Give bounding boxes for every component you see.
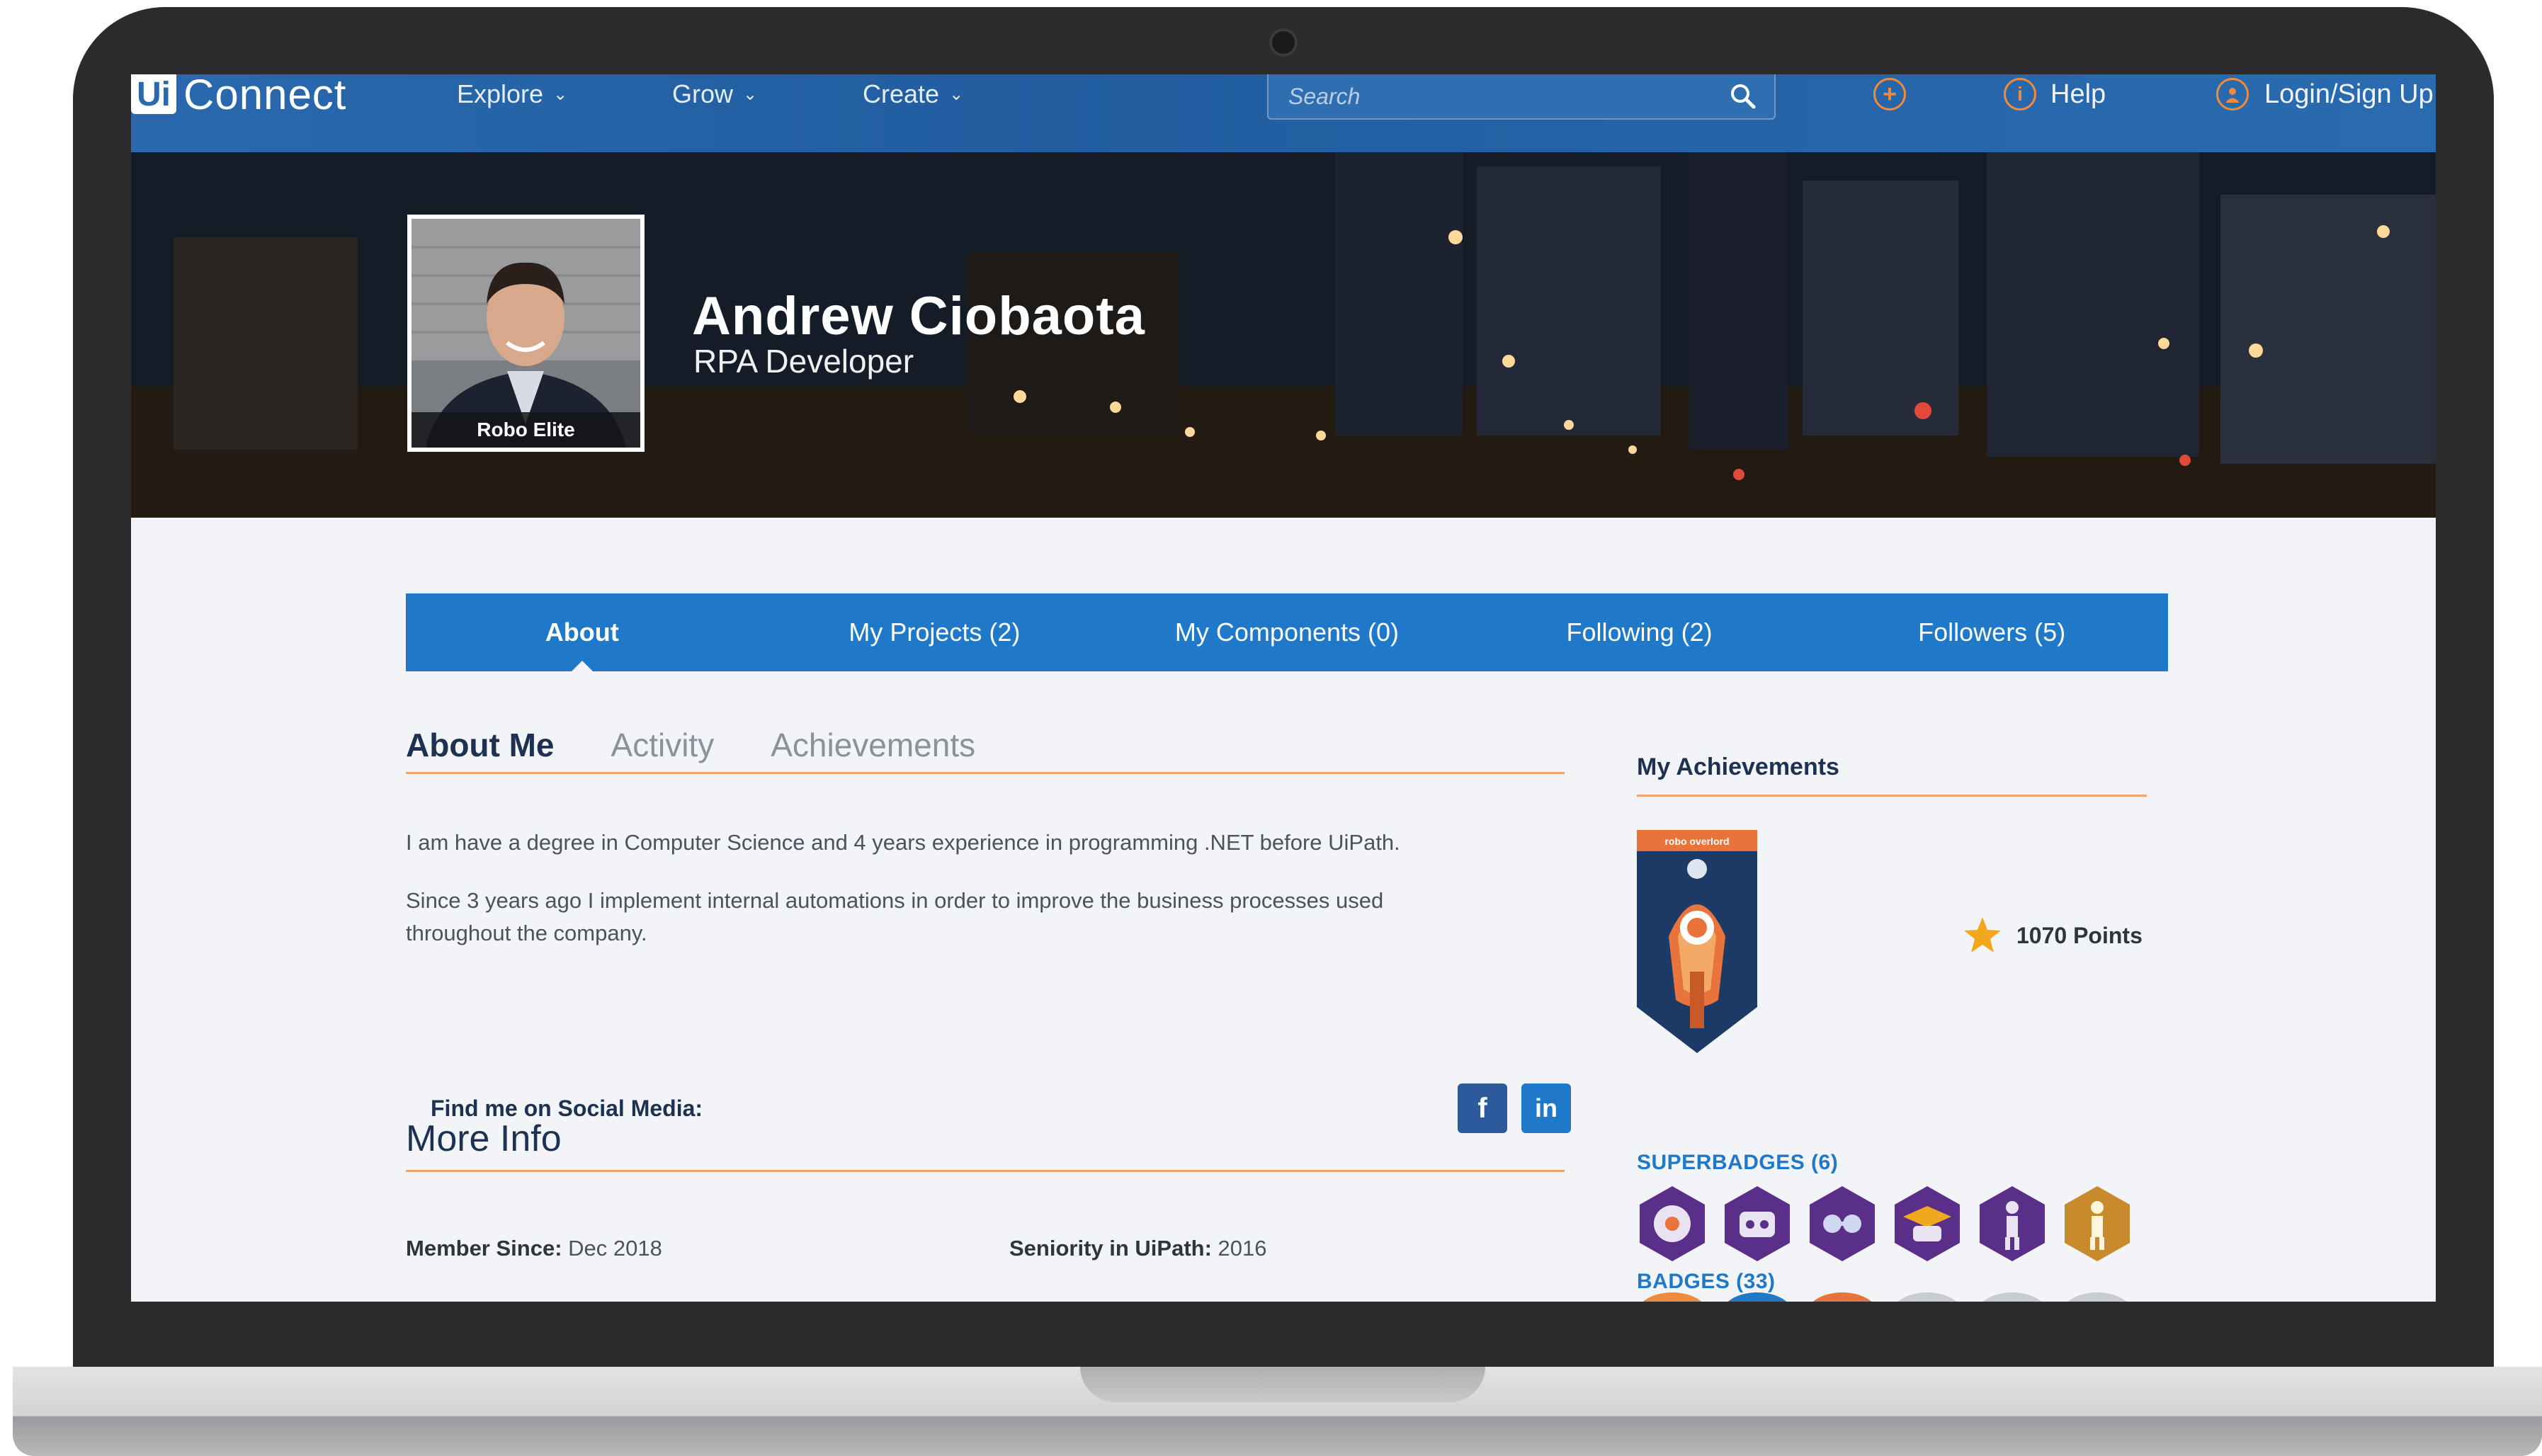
subtab-about-me[interactable]: About Me bbox=[406, 726, 555, 764]
laptop-notch bbox=[1080, 1367, 1485, 1402]
seniority-value: 2016 bbox=[1218, 1236, 1267, 1261]
add-button[interactable]: + bbox=[1873, 74, 1906, 114]
webcam bbox=[1269, 28, 1298, 57]
more-info-title: More Info bbox=[406, 1115, 1565, 1172]
subtab-activity[interactable]: Activity bbox=[611, 726, 715, 764]
badges-list bbox=[1637, 1292, 2147, 1302]
shield-label: robo overlord bbox=[1664, 836, 1729, 847]
tab-my-projects[interactable]: My Projects (2) bbox=[759, 593, 1111, 671]
help-label: Help bbox=[2050, 79, 2106, 109]
nav-menu-label: Create bbox=[863, 79, 940, 108]
plus-icon: + bbox=[1873, 78, 1906, 110]
login-label: Login/Sign Up bbox=[2264, 79, 2434, 109]
member-since: Member Since: Dec 2018 bbox=[406, 1236, 662, 1261]
more-info-heading: More Info bbox=[406, 1118, 562, 1159]
points-value: 1070 Points bbox=[2016, 922, 2143, 948]
search-icon[interactable] bbox=[1722, 82, 1764, 110]
profile-banner: Robo Elite Andrew Ciobaota RPA Developer bbox=[131, 152, 2436, 518]
badge-icon[interactable] bbox=[1722, 1292, 1793, 1302]
tab-following[interactable]: Following (2) bbox=[1463, 593, 1816, 671]
user-icon bbox=[2216, 78, 2249, 110]
badge-icon[interactable] bbox=[1637, 1292, 1708, 1302]
tab-followers[interactable]: Followers (5) bbox=[1815, 593, 2168, 671]
search-box bbox=[1267, 74, 1776, 120]
nav-menu-create[interactable]: Create ⌄ bbox=[863, 74, 963, 114]
tab-about[interactable]: About bbox=[406, 593, 759, 672]
profile-avatar[interactable]: Robo Elite bbox=[407, 215, 645, 452]
superbadge-robot-icon[interactable] bbox=[1637, 1185, 1708, 1263]
chevron-down-icon: ⌄ bbox=[553, 84, 568, 104]
member-since-label: Member Since: bbox=[406, 1236, 562, 1261]
about-subtabs: About Me Activity Achievements bbox=[406, 717, 1565, 774]
about-paragraph-2: Since 3 years ago I implement internal a… bbox=[406, 888, 1384, 945]
profile-role: RPA Developer bbox=[693, 343, 914, 380]
superbadge-glasses-icon[interactable] bbox=[1807, 1185, 1878, 1263]
seniority: Seniority in UiPath: 2016 bbox=[1009, 1236, 1267, 1261]
browser-screen: Ui Connect Explore ⌄ Grow ⌄ Create ⌄ + bbox=[131, 74, 2436, 1302]
my-achievements-title: My Achievements bbox=[1637, 740, 2147, 797]
superbadge-graduate-icon[interactable] bbox=[1892, 1185, 1963, 1263]
superbadge-gold-figure-icon[interactable] bbox=[2062, 1185, 2133, 1263]
logo-box: Ui bbox=[131, 74, 176, 114]
badge-icon[interactable] bbox=[1977, 1292, 2048, 1302]
member-since-value: Dec 2018 bbox=[568, 1236, 662, 1261]
chevron-down-icon: ⌄ bbox=[743, 84, 758, 104]
robo-overlord-shield-icon[interactable]: robo overlord bbox=[1637, 830, 1757, 1053]
help-link[interactable]: i Help bbox=[2004, 74, 2106, 114]
badge-icon[interactable] bbox=[2062, 1292, 2133, 1302]
info-icon: i bbox=[2004, 78, 2036, 110]
tab-my-components[interactable]: My Components (0) bbox=[1111, 593, 1463, 671]
star-icon bbox=[1964, 917, 2001, 952]
about-paragraph-1: I am have a degree in Computer Science a… bbox=[406, 830, 1400, 855]
badge-icon[interactable] bbox=[1807, 1292, 1878, 1302]
nav-menu-explore[interactable]: Explore ⌄ bbox=[457, 74, 567, 114]
search-input[interactable] bbox=[1269, 74, 1722, 118]
badge-icon[interactable] bbox=[1892, 1292, 1963, 1302]
rank-badge: Robo Elite bbox=[412, 412, 640, 448]
seniority-label: Seniority in UiPath: bbox=[1009, 1236, 1212, 1261]
profile-name: Andrew Ciobaota bbox=[692, 286, 1145, 346]
badges-link[interactable]: BADGES (33) bbox=[1637, 1270, 1776, 1294]
my-achievements-heading: My Achievements bbox=[1637, 753, 1839, 780]
profile-tabs: About My Projects (2) My Components (0) … bbox=[406, 593, 2168, 672]
top-navbar: Ui Connect Explore ⌄ Grow ⌄ Create ⌄ + bbox=[131, 74, 2436, 152]
subtab-achievements[interactable]: Achievements bbox=[771, 726, 975, 764]
points-display: 1070 Points bbox=[1963, 916, 2143, 955]
superbadges-link[interactable]: SUPERBADGES (6) bbox=[1637, 1151, 1838, 1175]
nav-menu-label: Explore bbox=[457, 79, 544, 108]
logo-text: Connect bbox=[183, 74, 347, 118]
superbadge-bot-icon[interactable] bbox=[1722, 1185, 1793, 1263]
uiconnect-logo[interactable]: Ui Connect bbox=[131, 74, 346, 118]
superbadges-list bbox=[1637, 1185, 2147, 1263]
superbadge-figure-icon[interactable] bbox=[1977, 1185, 2048, 1263]
nav-menu-grow[interactable]: Grow ⌄ bbox=[672, 74, 757, 114]
login-signup-link[interactable]: Login/Sign Up bbox=[2216, 74, 2434, 114]
nav-menu-label: Grow bbox=[672, 79, 734, 108]
chevron-down-icon: ⌄ bbox=[949, 84, 964, 104]
